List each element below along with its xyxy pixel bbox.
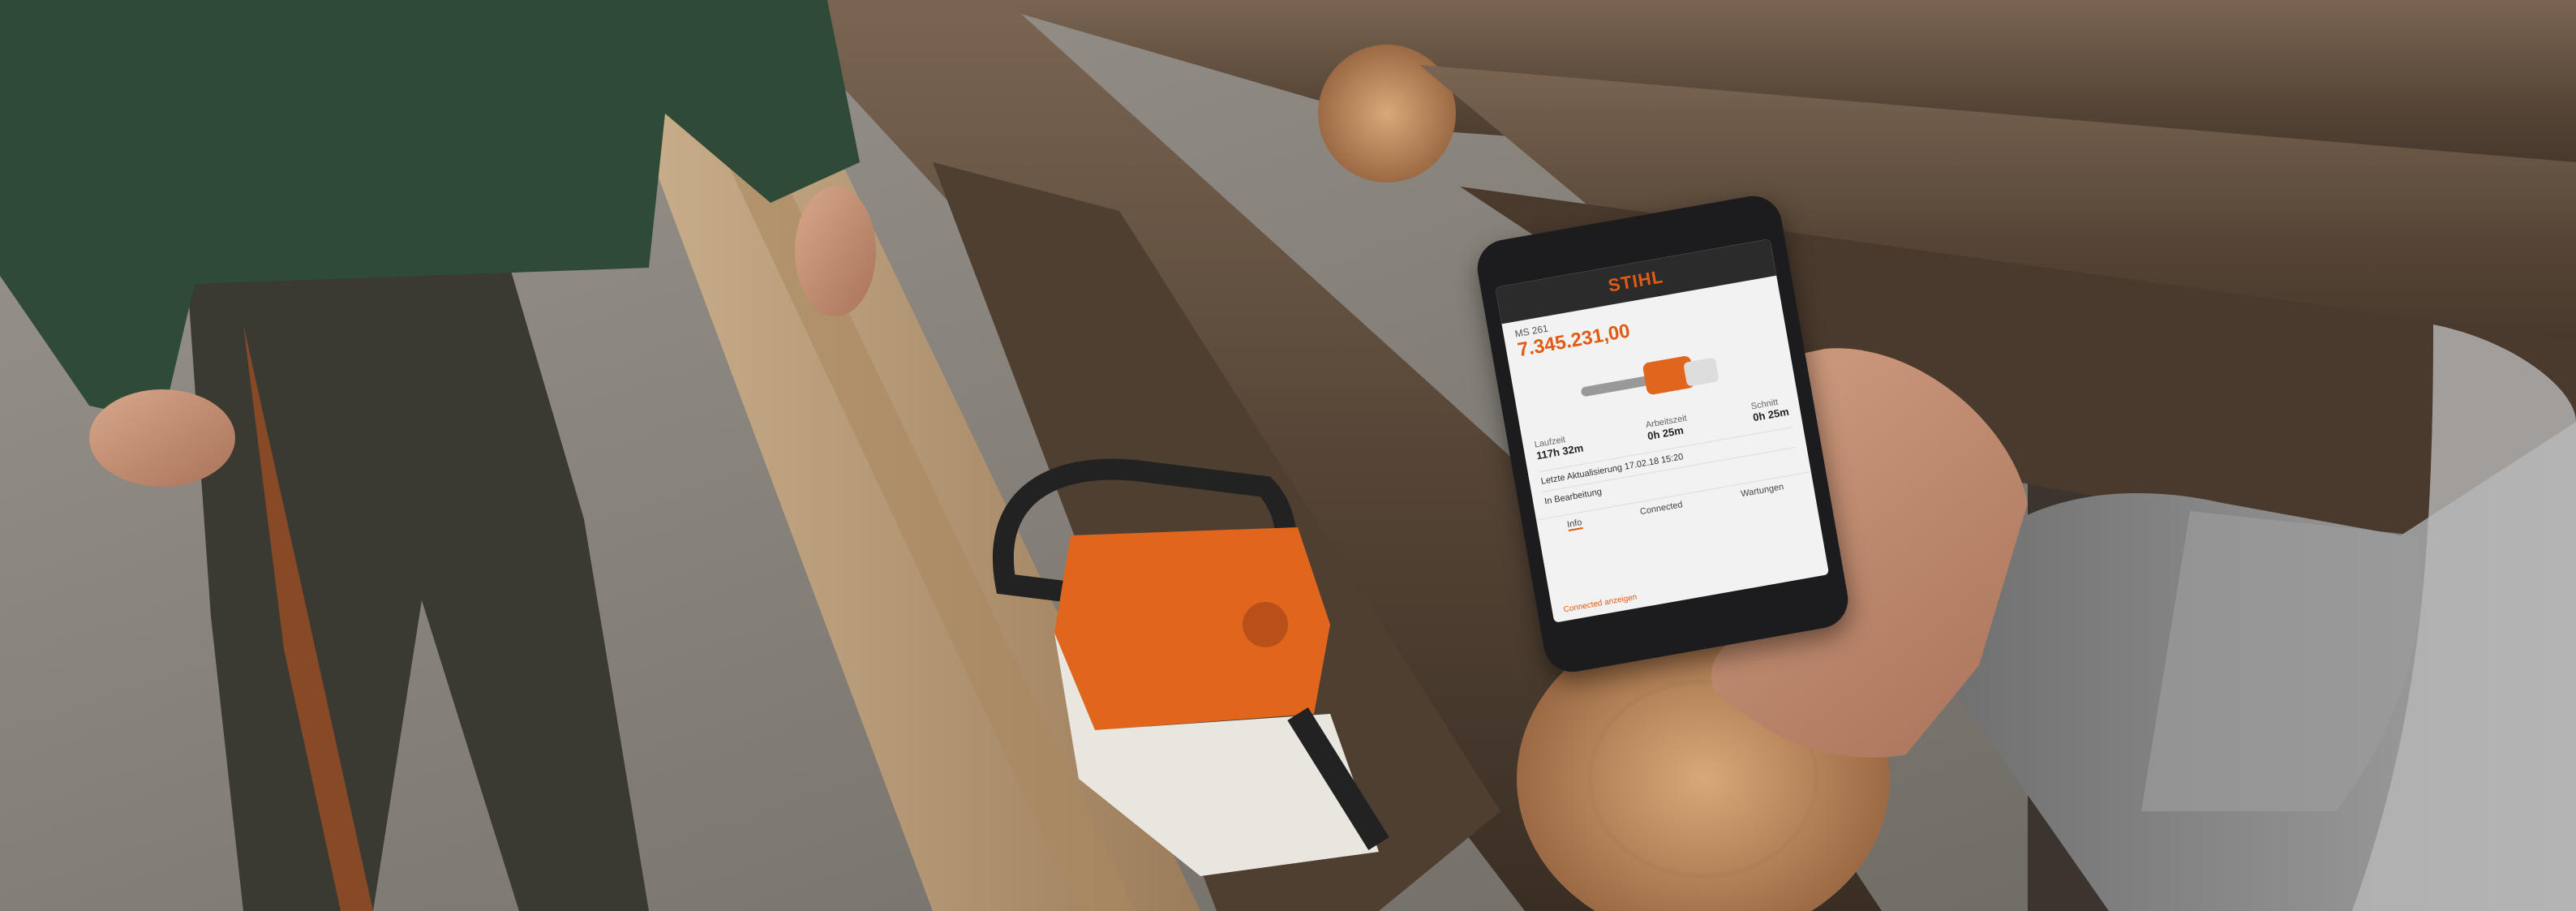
phone-screen[interactable]: STIHL MS 261 7.345.231,00 Laufzeit 117h … bbox=[1495, 238, 1830, 623]
brand-logo: STIHL bbox=[1606, 266, 1665, 296]
tab-wartungen[interactable]: Wartungen bbox=[1740, 482, 1784, 501]
photo-scene: STIHL MS 261 7.345.231,00 Laufzeit 117h … bbox=[0, 0, 2576, 911]
log-end-back bbox=[1318, 45, 1456, 183]
tab-info[interactable]: Info bbox=[1566, 518, 1583, 532]
hand-right-person bbox=[795, 187, 876, 316]
screen-footer-link[interactable]: Connected anzeigen bbox=[1563, 593, 1638, 615]
tab-connected[interactable]: Connected bbox=[1639, 500, 1684, 518]
hand-left-person bbox=[89, 389, 235, 487]
photo-background bbox=[0, 0, 2576, 911]
chainsaw-body-orange bbox=[1054, 527, 1330, 730]
